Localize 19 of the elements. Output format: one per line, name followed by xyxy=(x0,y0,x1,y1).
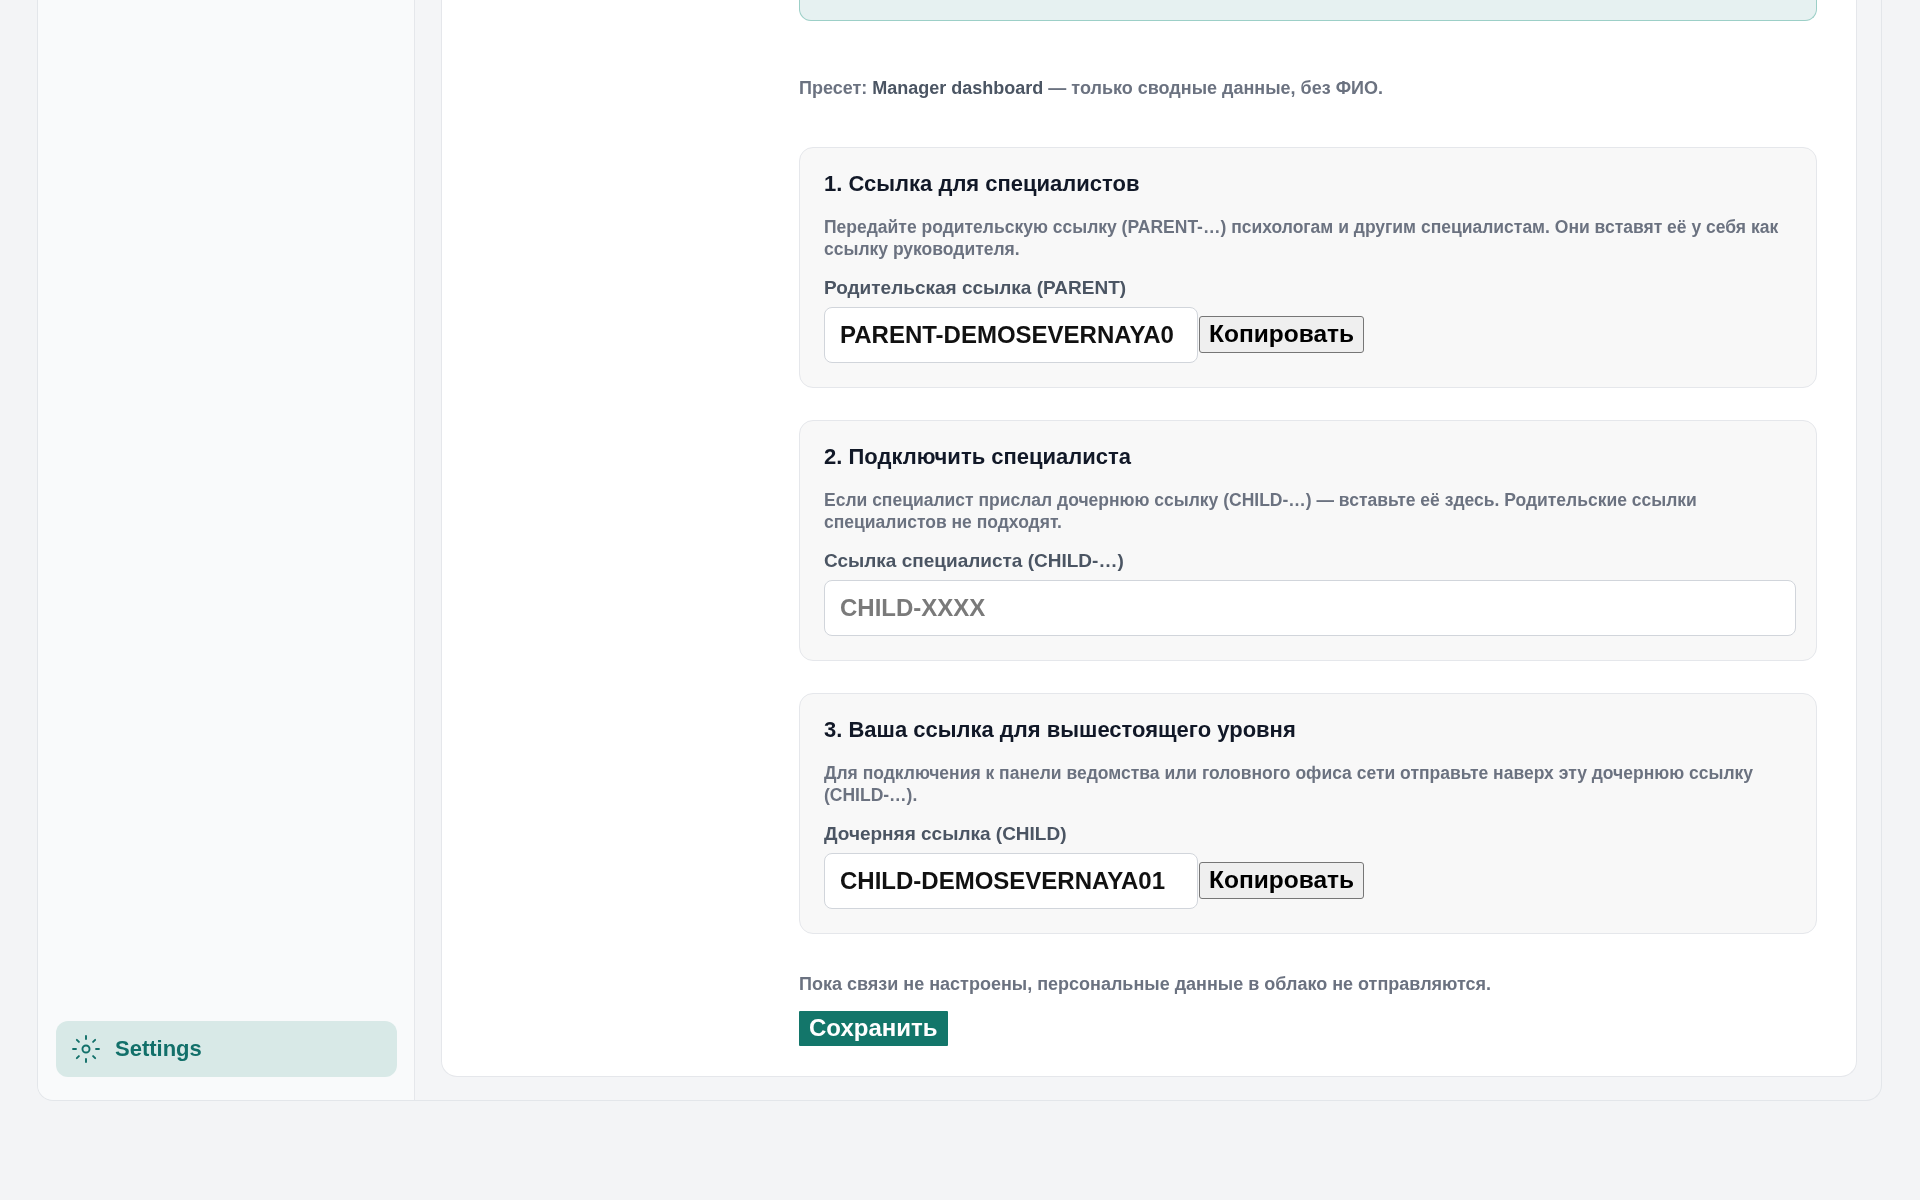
copy-button[interactable]: Копировать xyxy=(1199,316,1365,354)
section-description: Передайте родительскую ссылку (PARENT-…) психологам и другим специалистам. Они вставят её у себя как ссылку руководителя. xyxy=(824,215,1780,260)
field-label: Ссылка специалиста (CHILD-…) xyxy=(824,549,1125,572)
input-field[interactable]: PARENT-DEMOSEVERNAYA0 xyxy=(824,306,1198,363)
field-label: Дочерняя ссылка (CHILD) xyxy=(824,822,1068,845)
section-title: 3. Ваша ссылка для вышестоящего уровня xyxy=(824,717,1297,742)
nav-item[interactable]: Settings xyxy=(56,1021,397,1077)
field-label: Родительская ссылка (PARENT) xyxy=(824,276,1128,299)
input-field[interactable]: CHILD-XXXX xyxy=(824,579,1796,636)
section-title: 2. Подключить специалиста xyxy=(824,444,1133,469)
footer-note: Пока связи не настроены, персональные данные в облако не отправляются. xyxy=(799,973,1493,994)
section-title: 1. Ссылка для специалистов xyxy=(824,171,1141,196)
copy-button[interactable]: Копировать xyxy=(1199,862,1365,900)
preset-note: Пресет: Manager dashboard — только сводные данные, без ФИО. xyxy=(799,77,1384,98)
section-description: Если специалист прислал дочернюю ссылку (CHILD-…) — вставьте её здесь. Родительские ссылки специалистов не подходят. xyxy=(824,488,1698,533)
settings-icon xyxy=(72,1035,100,1063)
save-button[interactable]: Сохранить xyxy=(799,1010,948,1046)
section-description: Для подключения к панели ведомства или головного офиса сети отправьте наверх эту дочернюю ссылку (CHILD-…). xyxy=(824,761,1755,806)
input-field[interactable]: CHILD-DEMOSEVERNAYA01 xyxy=(824,852,1198,909)
